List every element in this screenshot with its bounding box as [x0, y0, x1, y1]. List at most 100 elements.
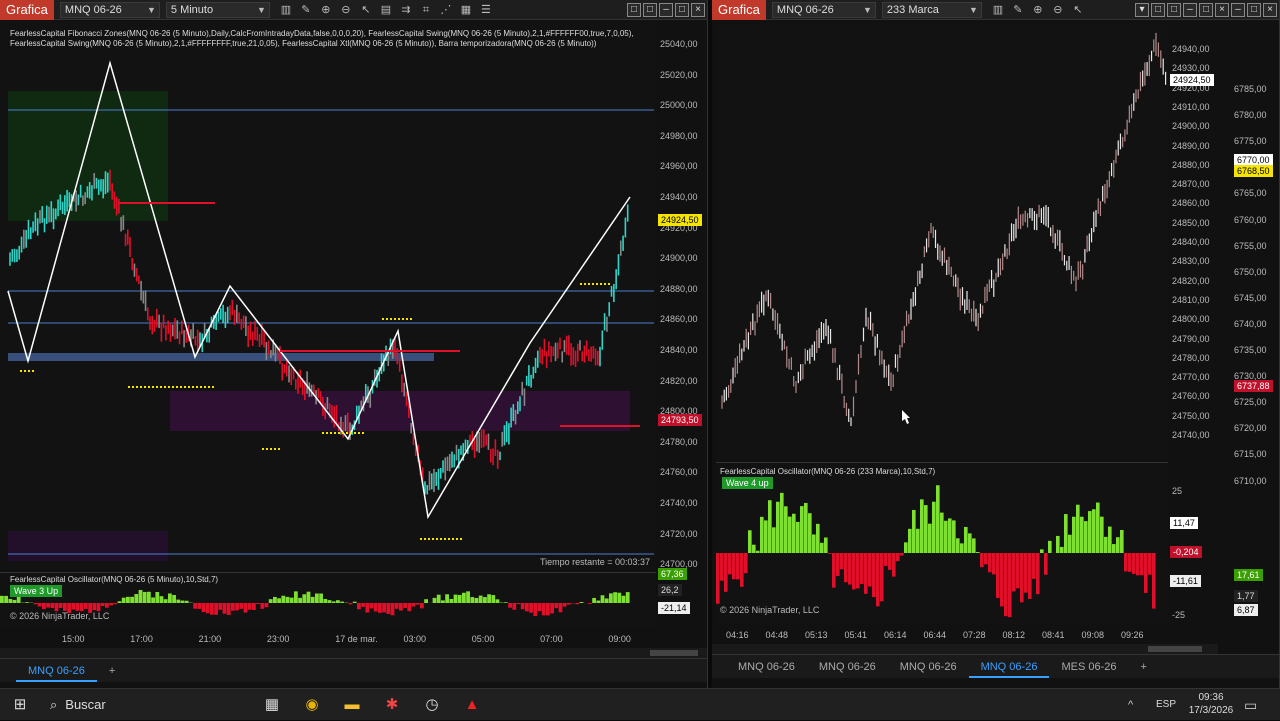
file-explorer-icon[interactable]: ▬ — [332, 689, 372, 721]
oscillator-bar — [904, 542, 908, 553]
instrument-selector-left[interactable]: MNQ 06-26▼ — [60, 2, 160, 18]
acrobat-icon[interactable]: ▲ — [452, 689, 492, 721]
oscillator-bar — [776, 502, 780, 553]
oscillator-bar — [836, 553, 840, 576]
oscillator-bar — [1124, 553, 1128, 571]
oscillator-bar — [768, 500, 772, 553]
data-box-icon[interactable]: ▤ — [376, 2, 396, 18]
properties-icon[interactable]: ▦ — [456, 2, 476, 18]
indicators-icon[interactable]: ⌗ — [416, 2, 436, 18]
oscillator-bar — [399, 603, 403, 611]
restore-icon[interactable]: □ — [1167, 3, 1181, 17]
oscillator-bar — [71, 603, 75, 610]
time-axis-right[interactable]: 04:1604:4805:1305:4106:1406:4407:2808:12… — [716, 626, 1168, 644]
tab-0-right[interactable]: MNQ 06-26 — [726, 656, 807, 678]
draw-tool-icon[interactable]: ✎ — [1008, 2, 1028, 18]
time-axis-left[interactable]: 15:0017:0021:0023:0017 de mar.03:0005:00… — [0, 630, 656, 648]
tab-4-right[interactable]: MES 06-26 — [1049, 656, 1128, 678]
horizontal-scrollbar-left[interactable] — [0, 648, 708, 658]
scrollbar-thumb-left[interactable] — [650, 650, 698, 656]
language-indicator[interactable]: ESP — [1156, 689, 1176, 721]
price-tick: 24850,00 — [1172, 218, 1210, 228]
app-badge-left[interactable]: Grafica — [0, 0, 54, 20]
time-tick: 06:44 — [924, 630, 947, 640]
notifications-icon[interactable]: ▭ — [1244, 689, 1257, 721]
price-axis-right[interactable]: 24940,0024930,0024920,0024910,0024900,00… — [1168, 24, 1218, 460]
price-tick: 24900,00 — [660, 253, 698, 263]
tile-icon[interactable]: □ — [1151, 3, 1165, 17]
maximize-button[interactable]: □ — [675, 3, 689, 17]
scrollbar-thumb-right[interactable] — [1148, 646, 1202, 652]
tab-3-right[interactable]: MNQ 06-26 — [969, 656, 1050, 678]
ninjatrader-icon[interactable]: ✱ — [372, 689, 412, 721]
pointer-icon[interactable]: ↖ — [356, 2, 376, 18]
minimize-button[interactable]: – — [1183, 3, 1197, 17]
oscillator-bar — [155, 592, 159, 603]
add-tab-button-left[interactable]: + — [97, 660, 127, 682]
taskbar-clock[interactable]: 09:36 17/3/2026 — [1186, 691, 1236, 717]
price-tick: 24890,00 — [1172, 141, 1210, 151]
bars-type-icon[interactable]: ▥ — [276, 2, 296, 18]
zoom-out-icon[interactable]: ⊖ — [336, 2, 356, 18]
restore-icon[interactable]: □ — [643, 3, 657, 17]
minimize-button[interactable]: – — [659, 3, 673, 17]
draw-tool-icon[interactable]: ✎ — [296, 2, 316, 18]
price-panel-left[interactable]: FearlessCapital Fibonacci Zones(MNQ 06-2… — [0, 21, 656, 571]
oscillator-bar — [1040, 549, 1044, 553]
price-tick: 24960,00 — [660, 161, 698, 171]
zoom-out-icon[interactable]: ⊖ — [1048, 2, 1068, 18]
price-axis-far[interactable]: 6785,006780,006775,006770,006765,006760,… — [1230, 24, 1280, 624]
oscillator-bar — [525, 603, 529, 611]
oscillator-bar — [42, 603, 46, 609]
oscillator-bar — [1148, 553, 1152, 575]
close-button[interactable]: × — [1263, 3, 1277, 17]
horizontal-scrollbar-right[interactable] — [712, 644, 1218, 654]
clock-app-icon[interactable]: ◷ — [412, 689, 452, 721]
zoom-in-icon[interactable]: ⊕ — [316, 2, 336, 18]
windows-start-icon[interactable]: ⊞ — [0, 689, 40, 721]
oscillator-bar — [952, 520, 956, 553]
tab-mnq-left[interactable]: MNQ 06-26 — [16, 660, 97, 682]
tab-2-right[interactable]: MNQ 06-26 — [888, 656, 969, 678]
zoom-in-icon[interactable]: ⊕ — [1028, 2, 1048, 18]
instrument-selector-right[interactable]: MNQ 06-26▼ — [772, 2, 876, 18]
interval-selector-left[interactable]: 5 Minuto▼ — [166, 2, 270, 18]
oscillator-panel-left[interactable]: FearlessCapital Oscillator(MNQ 06-26 (5 … — [0, 572, 656, 628]
oscillator-panel-right[interactable]: FearlessCapital Oscillator(MNQ 06-26 (23… — [716, 462, 1168, 624]
close-button[interactable]: × — [1215, 3, 1229, 17]
oscillator-bar — [832, 553, 836, 588]
tray-chevron-icon[interactable]: ^ — [1128, 689, 1133, 721]
strategy-icon[interactable]: ⇉ — [396, 2, 416, 18]
oscillator-bar — [353, 602, 357, 603]
oscillator-bar — [185, 601, 189, 603]
trend-icon[interactable]: ⋰ — [436, 2, 456, 18]
price-panel-right[interactable] — [716, 24, 1168, 460]
maximize-button[interactable]: □ — [1247, 3, 1261, 17]
oscillator-bar — [0, 596, 4, 603]
chevron-down-icon[interactable]: ▾ — [1135, 3, 1149, 17]
price-axis-left[interactable]: 25040,0025020,0025000,0024980,0024960,00… — [656, 21, 706, 571]
oscillator-bar — [416, 603, 420, 605]
pointer-icon[interactable]: ↖ — [1068, 2, 1088, 18]
add-tab-button-right[interactable]: + — [1128, 656, 1158, 678]
oscillator-bar — [567, 603, 571, 605]
close-button[interactable]: × — [691, 3, 705, 17]
app-badge-right[interactable]: Grafica — [712, 0, 766, 20]
taskbar-search[interactable]: ⌕ Buscar — [40, 689, 200, 721]
osc-value-2-right: -0,204 — [1170, 546, 1202, 558]
minimize-button[interactable]: – — [1231, 3, 1245, 17]
oscillator-bar — [441, 600, 445, 603]
oscillator-bar — [105, 603, 109, 608]
oscillator-axis-right[interactable]: 250-25 — [1168, 462, 1218, 624]
chrome-icon[interactable]: ◉ — [292, 689, 332, 721]
bars-type-icon[interactable]: ▥ — [988, 2, 1008, 18]
oscillator-bar — [424, 599, 428, 603]
tab-1-right[interactable]: MNQ 06-26 — [807, 656, 888, 678]
widgets-icon[interactable]: ▦ — [252, 689, 292, 721]
oscillator-bar — [840, 553, 844, 569]
list-icon[interactable]: ☰ — [476, 2, 496, 18]
maximize-button[interactable]: □ — [1199, 3, 1213, 17]
interval-selector-right[interactable]: 233 Marca▼ — [882, 2, 982, 18]
tile-icon[interactable]: □ — [627, 3, 641, 17]
oscillator-bar — [403, 603, 407, 608]
